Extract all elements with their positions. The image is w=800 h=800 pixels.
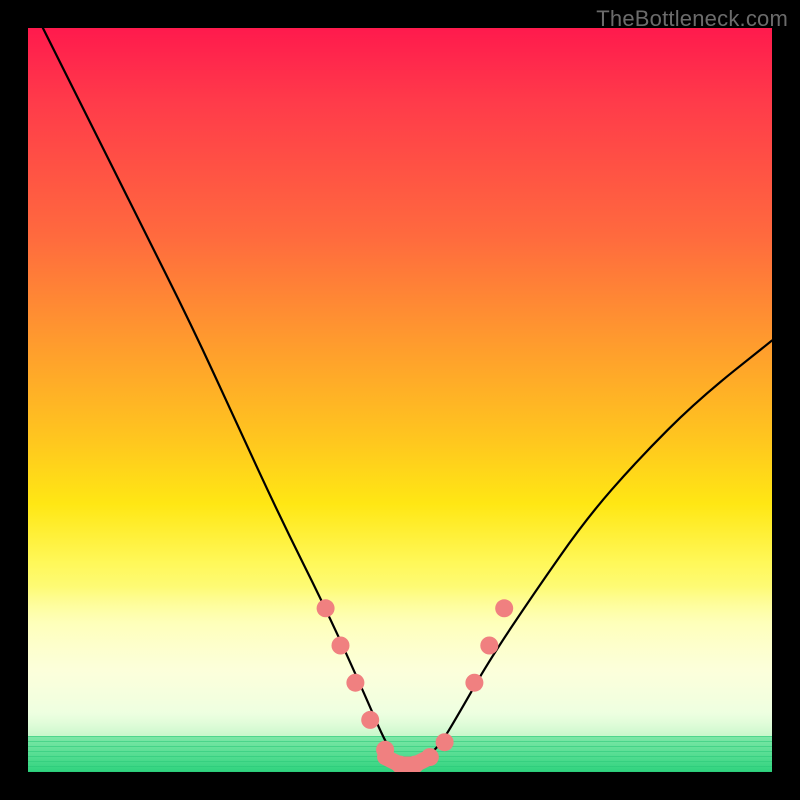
curve-line [43,28,772,765]
marker-dot [495,599,513,617]
plot-area [28,28,772,772]
marker-dot [376,741,394,759]
marker-dot [406,756,424,772]
green-band-lines [28,736,772,772]
marker-dot [436,733,454,751]
marker-dot [480,637,498,655]
marker-dot [346,674,364,692]
marker-dot [391,756,409,772]
marker-dot [361,711,379,729]
marker-dot [317,599,335,617]
marker-bottom-connector [385,757,430,764]
curve-svg [28,28,772,772]
marker-dots [317,599,514,772]
marker-dot [465,674,483,692]
marker-dot [421,748,439,766]
pale-band [28,587,772,772]
marker-dot [332,637,350,655]
chart-frame: TheBottleneck.com [0,0,800,800]
